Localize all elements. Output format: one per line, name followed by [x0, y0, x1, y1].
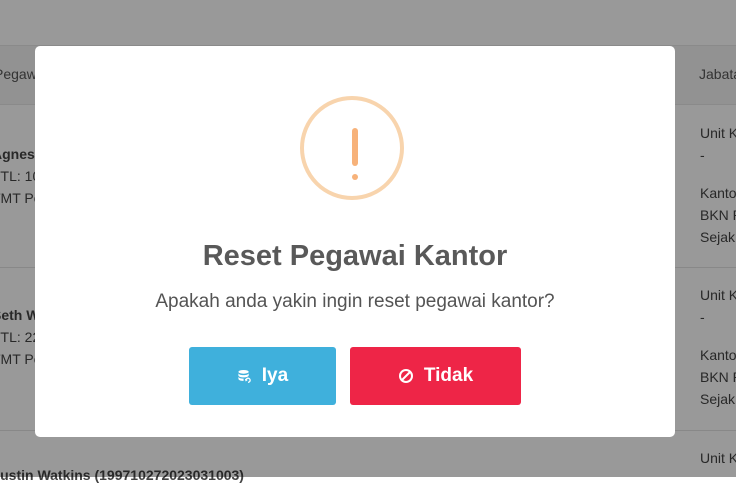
- reset-confirm-dialog: Reset Pegawai Kantor Apakah anda yakin i…: [35, 46, 675, 437]
- dialog-title: Reset Pegawai Kantor: [202, 240, 508, 272]
- warning-exclamation-icon: [300, 96, 404, 200]
- exclamation-dot: [352, 174, 358, 180]
- dialog-message: Apakah anda yakin ingin reset pegawai ka…: [155, 291, 555, 312]
- ban-icon: [398, 368, 414, 384]
- confirm-button-label: Iya: [261, 365, 289, 386]
- cancel-button-label: Tidak: [423, 365, 474, 386]
- cancel-button[interactable]: Tidak: [350, 347, 521, 405]
- database-refresh-icon: [237, 369, 252, 384]
- exclamation-bar: [352, 128, 358, 166]
- confirm-button[interactable]: Iya: [189, 347, 336, 405]
